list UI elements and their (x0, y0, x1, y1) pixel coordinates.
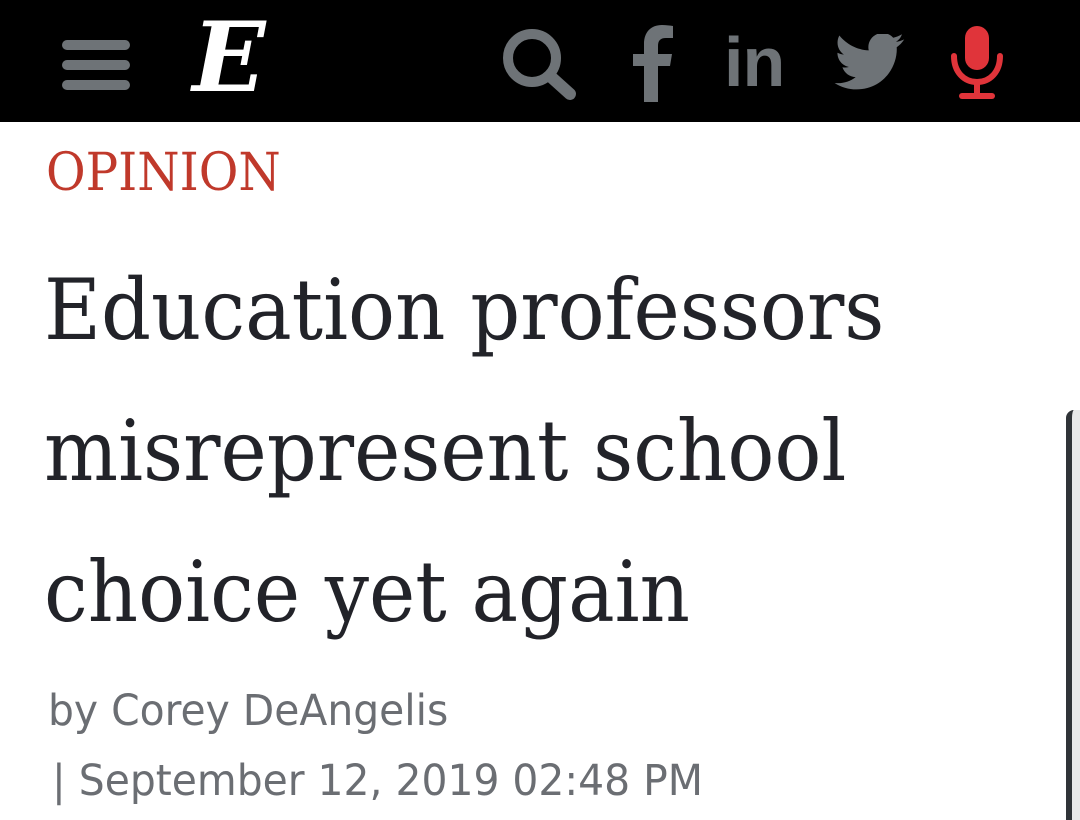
twitter-icon[interactable] (834, 32, 908, 94)
headline-line: Education professors (44, 261, 885, 359)
scrollbar[interactable] (1066, 410, 1080, 820)
top-nav-bar: E in (0, 0, 1080, 122)
menu-icon[interactable] (58, 36, 134, 94)
publish-date: September 12, 2019 02:48 PM (78, 756, 704, 806)
headline-line: misrepresent school (44, 402, 847, 500)
author-link[interactable]: Corey DeAngelis (111, 686, 448, 736)
search-icon[interactable] (500, 26, 582, 102)
section-label[interactable]: OPINION (46, 142, 281, 204)
byline: by Corey DeAngelis (48, 684, 448, 738)
site-logo[interactable]: E (188, 8, 270, 108)
logo-letter: E (192, 1, 266, 114)
date-separator: | (52, 756, 66, 806)
facebook-icon[interactable] (628, 22, 678, 102)
headline-line: choice yet again (44, 543, 690, 641)
linkedin-icon[interactable]: in (724, 20, 804, 101)
mic-icon[interactable] (948, 22, 1006, 102)
dateline: | September 12, 2019 02:48 PM (52, 754, 703, 808)
headline: Education professors misrepresent school… (44, 240, 974, 663)
byline-prefix: by (48, 686, 99, 736)
